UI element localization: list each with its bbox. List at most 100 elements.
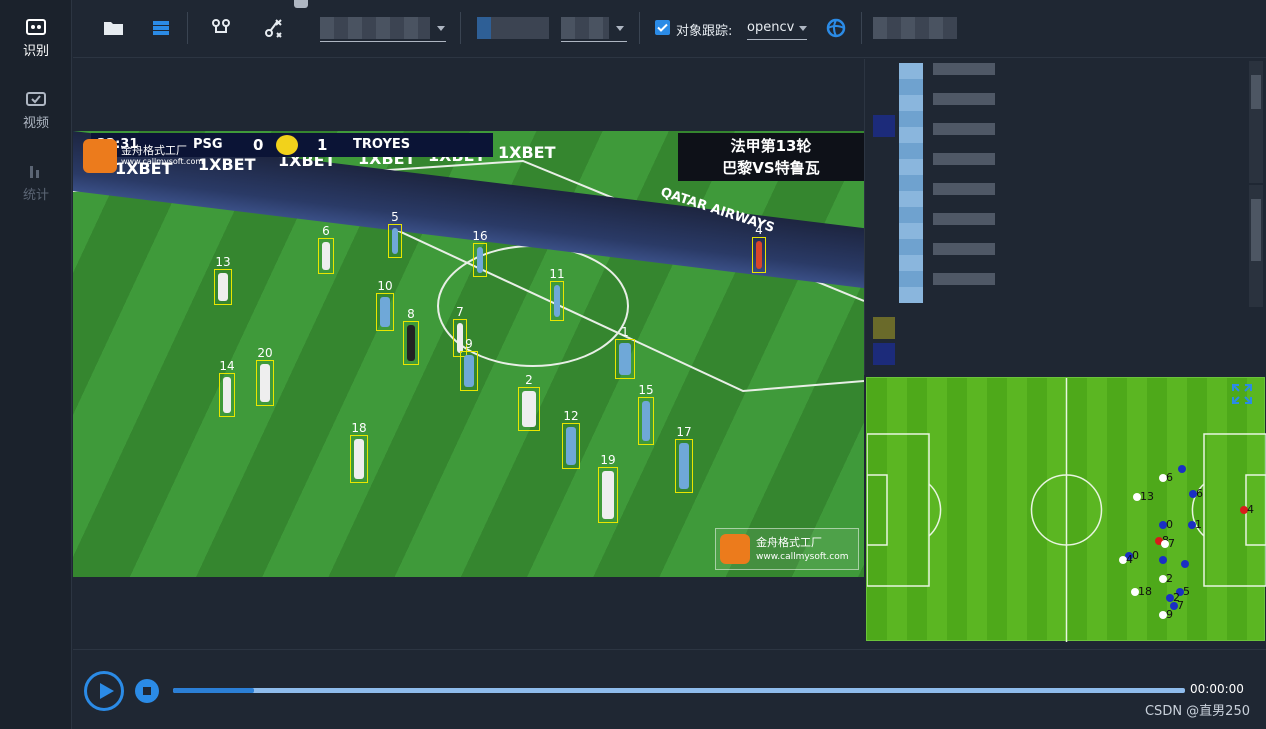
sidebar-item-recognize[interactable]: 识别: [0, 6, 72, 64]
obscured-list-colors: [899, 63, 923, 303]
scrollbar-thumb[interactable]: [1251, 75, 1261, 109]
home-team: PSG: [193, 137, 223, 152]
player-figure: [522, 391, 536, 427]
detection-box: 9: [460, 337, 478, 391]
obscured-combo-2[interactable]: [561, 17, 609, 39]
app-window: 识别 视频 统计 对象跟踪: opencv 1XBET 1XBET 1XBET …: [0, 0, 1266, 729]
player-figure: [457, 323, 463, 353]
stats-icon: [30, 166, 39, 178]
sidebar-item-video[interactable]: 视频: [0, 78, 72, 136]
sidebar-item-label: 识别: [22, 44, 49, 59]
tracking-method-select[interactable]: opencv: [747, 20, 794, 35]
player-figure: [602, 471, 614, 519]
stop-button[interactable]: [135, 679, 159, 703]
watermark-url-top: www.callmysoft.com: [121, 157, 204, 166]
detection-id-label: 19: [600, 453, 616, 467]
ad-board: 1XBET: [498, 143, 556, 162]
minimap-player-label: 2: [1166, 572, 1173, 585]
software-logo: [720, 534, 750, 564]
detection-box: 6: [318, 224, 334, 274]
combo-underline: [320, 41, 446, 42]
minimap-player-label: 0: [1166, 518, 1173, 531]
player-figure: [477, 247, 483, 273]
time-display: 00:00:00: [1190, 682, 1244, 696]
detection-id-label: 5: [391, 210, 399, 224]
match-title: 法甲第13轮 巴黎VS特鲁瓦: [678, 133, 864, 181]
watermark-brand-top: 金舟格式工厂: [121, 144, 187, 157]
player-figure: [354, 439, 364, 479]
detection-box: 8: [403, 307, 419, 365]
tracking-checkbox[interactable]: [655, 20, 670, 35]
sidebar: 识别 视频 统计: [0, 0, 72, 729]
scrollbar-thumb[interactable]: [1251, 199, 1261, 261]
obscured-field-3: [873, 17, 957, 39]
detection-id-label: 11: [549, 267, 565, 281]
detection-id-label: 4: [755, 223, 763, 237]
toolbar-indicator: [294, 0, 308, 8]
detection-id-label: 18: [351, 421, 367, 435]
ad-board: 1XBET: [198, 155, 256, 174]
scrollbar[interactable]: [1249, 185, 1263, 307]
play-button[interactable]: [84, 671, 124, 711]
detection-id-label: 17: [676, 425, 692, 439]
chevron-down-icon[interactable]: [799, 26, 807, 31]
minimap-player-dot: [1159, 556, 1167, 564]
toolbar-divider: [861, 12, 862, 44]
chevron-down-icon[interactable]: [616, 26, 624, 31]
minimap-player-label: 9: [1166, 608, 1173, 621]
folder-open-icon[interactable]: [101, 15, 127, 41]
scrollbar[interactable]: [1249, 61, 1263, 183]
watermark-brand: 金舟格式工厂: [756, 536, 822, 549]
tactics-icon[interactable]: [261, 15, 287, 41]
detection-id-label: 20: [257, 346, 273, 360]
match-title-line1: 法甲第13轮: [730, 137, 812, 155]
layers-icon[interactable]: [148, 15, 174, 41]
detection-id-label: 9: [465, 337, 473, 351]
minimap-player-label: 0: [1132, 549, 1139, 562]
player-figure: [619, 343, 631, 375]
sidebar-item-stats[interactable]: 统计: [0, 150, 72, 208]
obscured-cell: [873, 317, 895, 339]
chevron-down-icon[interactable]: [437, 26, 445, 31]
minimap-player-label: 5: [1183, 585, 1190, 598]
route-icon[interactable]: [208, 15, 234, 41]
detection-box: 10: [376, 279, 394, 331]
software-logo: [83, 139, 117, 173]
toolbar-divider: [639, 12, 640, 44]
expand-icon[interactable]: [1230, 382, 1254, 406]
minimap-player-dot: [1181, 560, 1189, 568]
detection-box: 20: [256, 346, 274, 406]
track-icon[interactable]: [823, 15, 849, 41]
obscured-combo[interactable]: [320, 17, 430, 39]
minimap-player-label: 1: [1195, 518, 1202, 531]
league-logo: [276, 135, 298, 155]
obscured-list-text: [933, 63, 995, 303]
player-figure: [679, 443, 689, 489]
minimap-player-label: 4: [1126, 553, 1133, 566]
detection-box: 5: [388, 210, 402, 258]
sidebar-item-label: 统计: [22, 188, 49, 203]
detection-box: 16: [472, 229, 488, 277]
video-frame[interactable]: 1XBET 1XBET 1XBET 1XBET 1XBET 1XBET QATA…: [73, 131, 864, 577]
minimap-player-label: 13: [1140, 490, 1154, 503]
progress-bar[interactable]: [173, 688, 1185, 693]
obscured-cell: [873, 343, 895, 365]
player-figure: [464, 355, 474, 387]
player-figure: [566, 427, 576, 465]
toolbar-divider: [187, 12, 188, 44]
player-figure: [322, 242, 330, 270]
away-score: 1: [317, 136, 328, 154]
detection-box: 12: [562, 409, 580, 469]
detection-box: 11: [549, 267, 565, 321]
obscured-cell: [873, 115, 895, 137]
player-figure: [260, 364, 270, 402]
minimap-pitch: 661301487042518279: [866, 377, 1266, 642]
detection-box: 18: [350, 421, 368, 483]
detection-box: 4: [752, 223, 766, 273]
detection-box: 15: [638, 383, 654, 445]
detection-id-label: 16: [472, 229, 488, 243]
detection-id-label: 13: [215, 255, 231, 269]
detection-id-label: 7: [456, 305, 464, 319]
toolbar: 对象跟踪: opencv: [73, 0, 1266, 58]
obscured-field[interactable]: [477, 17, 549, 39]
